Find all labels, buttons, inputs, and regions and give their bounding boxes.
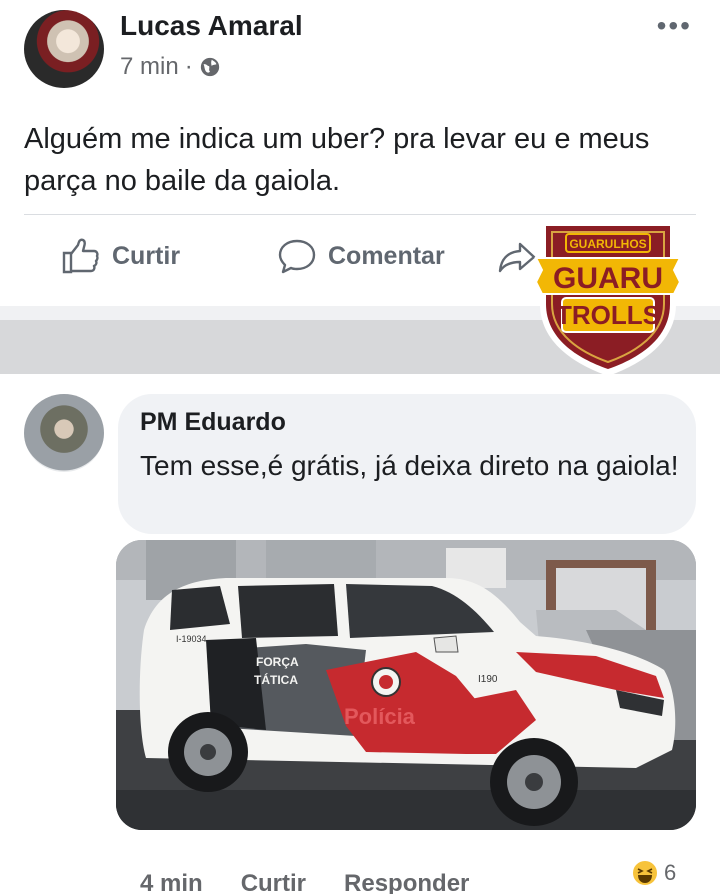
comment-like-link[interactable]: Curtir bbox=[241, 870, 306, 894]
comment-author-name[interactable]: PM Eduardo bbox=[140, 408, 286, 437]
reaction-summary[interactable]: 6 bbox=[630, 858, 676, 888]
post-time[interactable]: 7 min bbox=[120, 53, 179, 81]
car-text-brand: Polícia bbox=[344, 704, 416, 729]
post-author-name[interactable]: Lucas Amaral bbox=[120, 10, 303, 42]
car-text-tactical: TÁTICA bbox=[254, 672, 298, 687]
reaction-count: 6 bbox=[664, 860, 677, 885]
commenter-avatar[interactable] bbox=[24, 394, 104, 472]
more-options-icon[interactable]: ••• bbox=[657, 10, 692, 42]
car-text-force: FORÇA bbox=[256, 655, 299, 669]
comment-text: Tem esse,é grátis, já deixa direto na ga… bbox=[140, 450, 679, 481]
post-meta: 7 min · bbox=[120, 53, 221, 81]
logo-bottom-text: TROLLS bbox=[556, 300, 660, 330]
comment-reply-link[interactable]: Responder bbox=[344, 870, 469, 894]
comment-icon bbox=[278, 239, 316, 274]
comment-button[interactable]: Comentar bbox=[276, 236, 445, 276]
comment-section: PM Eduardo Tem esse,é grátis, já deixa d… bbox=[0, 374, 720, 894]
author-avatar[interactable] bbox=[24, 10, 104, 88]
guarutrolls-logo: GUARULHOS GUARU TROLLS bbox=[534, 220, 682, 376]
car-text-side-number: I190 bbox=[478, 674, 498, 685]
police-car-image: FORÇA TÁTICA Polícia I-19034 I190 bbox=[116, 540, 696, 830]
like-label: Curtir bbox=[112, 241, 181, 270]
comment-footer: 4 min Curtir Responder bbox=[140, 870, 469, 894]
logo-top-text: GUARULHOS bbox=[569, 237, 646, 251]
comment-photo[interactable]: FORÇA TÁTICA Polícia I-19034 I190 bbox=[116, 540, 696, 830]
car-text-number: I-19034 bbox=[176, 634, 207, 644]
comment-label: Comentar bbox=[328, 241, 445, 270]
haha-emoji-icon bbox=[631, 859, 659, 887]
comment-time[interactable]: 4 min bbox=[140, 870, 203, 894]
meta-separator: · bbox=[184, 53, 193, 80]
globe-icon bbox=[200, 57, 219, 77]
thumbs-up-icon bbox=[62, 238, 99, 274]
like-button[interactable]: Curtir bbox=[60, 236, 180, 276]
logo-middle-text: GUARU bbox=[553, 262, 663, 295]
post-text: Alguém me indica um uber? pra levar eu e… bbox=[24, 123, 650, 197]
